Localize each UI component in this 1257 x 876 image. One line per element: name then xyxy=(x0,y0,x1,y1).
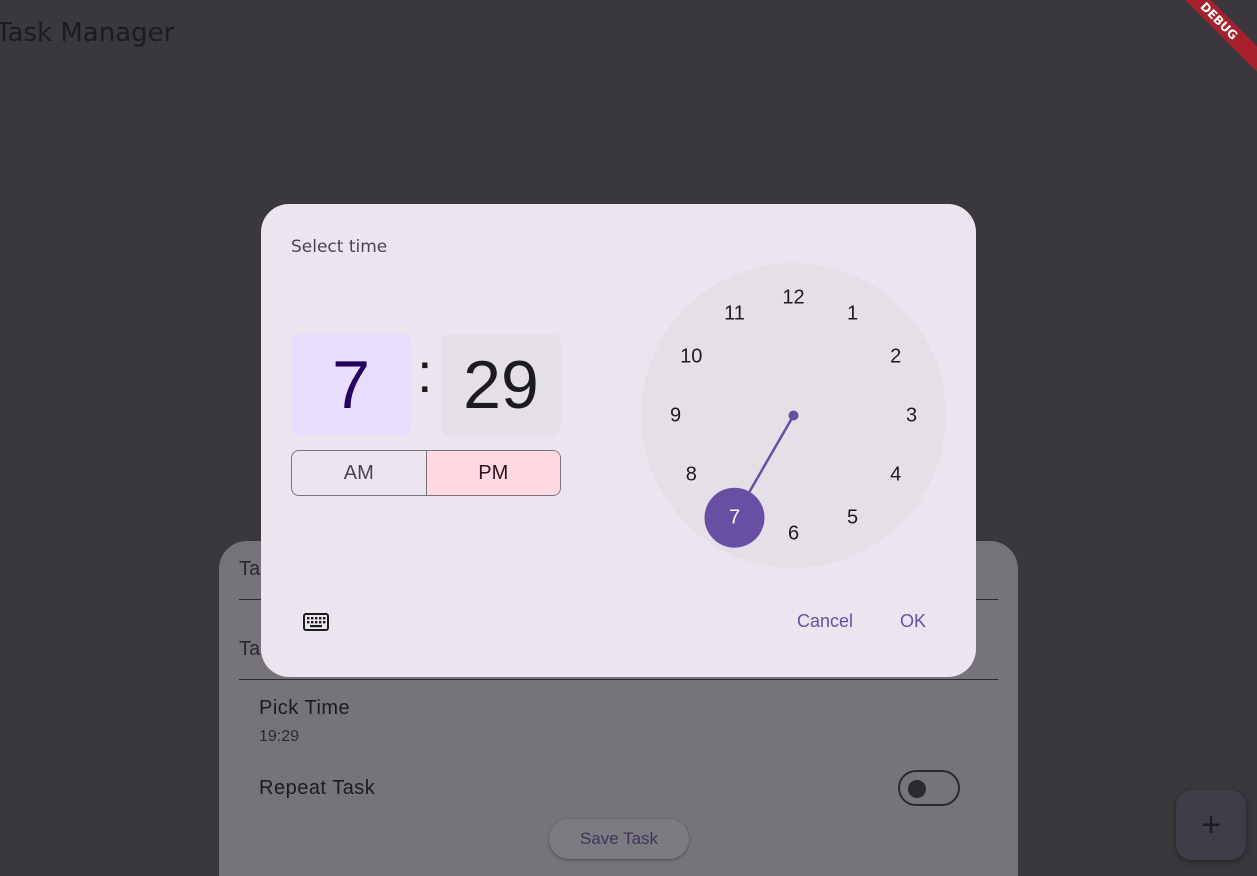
clock-number[interactable]: 12 xyxy=(782,287,804,309)
repeat-task-toggle[interactable] xyxy=(898,770,960,806)
clock-number[interactable]: 6 xyxy=(788,523,799,545)
task-title-label: Ta xyxy=(239,558,261,580)
pick-time-value: 19:29 xyxy=(259,728,300,745)
repeat-task-label: Repeat Task xyxy=(259,777,376,799)
minute-selector[interactable]: 29 xyxy=(441,334,561,435)
clock-center-dot xyxy=(788,410,799,421)
am-button[interactable]: AM xyxy=(292,451,426,495)
pick-time-title[interactable]: Pick Time xyxy=(259,697,350,720)
clock-number[interactable]: 10 xyxy=(680,346,702,368)
save-task-button[interactable]: Save Task xyxy=(549,819,689,859)
clock-number[interactable]: 2 xyxy=(890,346,901,368)
ok-button[interactable]: OK xyxy=(900,611,926,632)
add-icon: + xyxy=(1201,805,1221,844)
time-picker-dialog: Select time 7 : 29 AM PM 12 1 2 3 4 5 6 8 9 10 11 … xyxy=(261,204,976,677)
add-task-fab[interactable]: + xyxy=(1176,790,1246,860)
clock-number[interactable]: 5 xyxy=(847,507,858,529)
hour-selector[interactable]: 7 xyxy=(291,334,411,435)
toggle-knob xyxy=(908,780,926,798)
pm-button[interactable]: PM xyxy=(425,451,560,495)
keyboard-icon[interactable] xyxy=(303,612,329,632)
am-pm-toggle: AM PM xyxy=(291,450,561,496)
clock-dial[interactable]: 12123456891011 7 xyxy=(641,263,946,568)
dialog-title: Select time xyxy=(291,237,388,257)
debug-banner: DEBUG xyxy=(1156,0,1257,84)
clock-number[interactable]: 1 xyxy=(847,302,858,324)
clock-selected-number: 7 xyxy=(729,507,740,529)
task-description-label: Ta xyxy=(239,638,261,660)
clock-number[interactable]: 4 xyxy=(890,464,901,486)
clock-number[interactable]: 9 xyxy=(670,405,681,427)
cancel-button[interactable]: Cancel xyxy=(797,611,853,632)
clock-number[interactable]: 3 xyxy=(906,405,917,427)
clock-number[interactable]: 11 xyxy=(724,302,745,324)
clock-number[interactable]: 8 xyxy=(686,464,697,486)
time-separator: : xyxy=(417,341,433,404)
app-title: Task Manager xyxy=(0,18,175,48)
